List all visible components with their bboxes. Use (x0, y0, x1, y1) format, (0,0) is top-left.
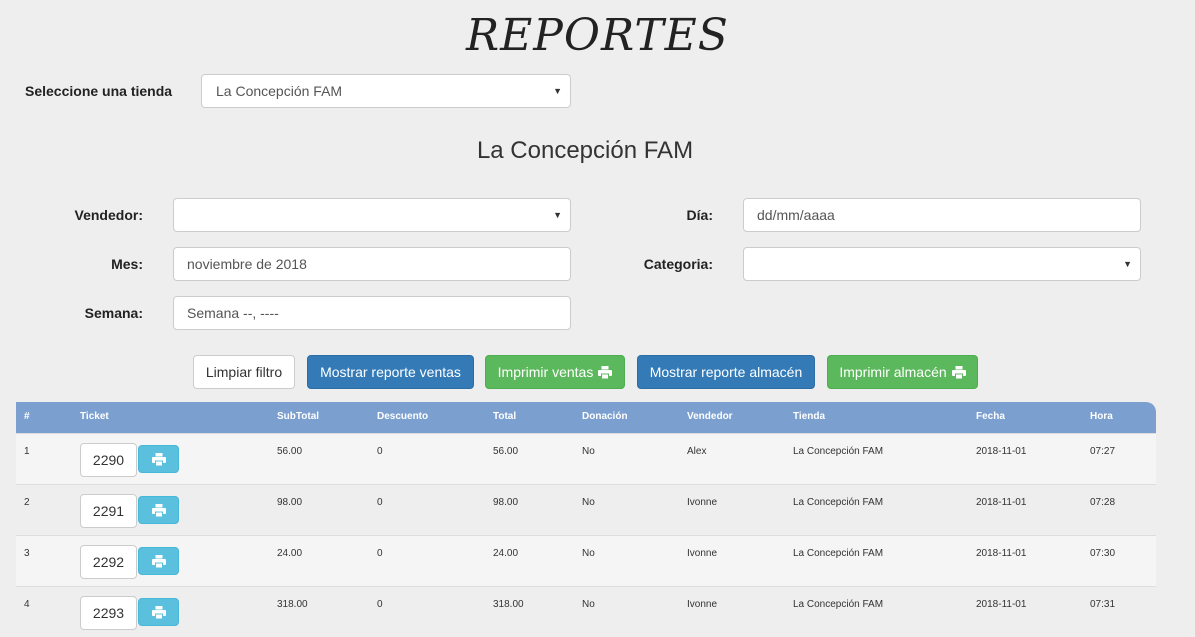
table-body: 1 56.00 0 56.00 No Alex La Concepción FAM 2018-… (16, 433, 1156, 637)
clear-filter-label: Limpiar filtro (205, 364, 283, 380)
print-warehouse-label: Imprimir almacén (839, 364, 947, 380)
page-title: REPORTES (466, 10, 729, 61)
print-ticket-button[interactable] (138, 445, 179, 473)
cell-tienda: La Concepción FAM (793, 548, 884, 559)
cell-descuento: 0 (377, 446, 383, 457)
cell-num: 4 (24, 599, 30, 610)
ticket-number-field[interactable]: 2293 (80, 596, 137, 630)
table-row: 3 24.00 0 24.00 No Ivonne La Concepción FAM 201… (16, 535, 1156, 586)
ticket-number-field[interactable]: 2292 (80, 545, 137, 579)
cell-fecha: 2018-11-01 (976, 497, 1027, 508)
cell-subtotal: 318.00 (277, 599, 308, 610)
cell-num: 3 (24, 548, 30, 559)
cell-fecha: 2018-11-01 (976, 446, 1027, 457)
vendedor-label: Vendedor: (74, 207, 143, 223)
print-icon (151, 452, 166, 466)
print-icon (598, 365, 613, 379)
caret-down-icon: ▼ (553, 86, 562, 96)
header-subtotal: SubTotal (277, 411, 320, 422)
cell-subtotal: 56.00 (277, 446, 303, 457)
print-ticket-button[interactable] (138, 496, 179, 524)
print-ticket-button[interactable] (138, 547, 179, 575)
show-warehouse-report-button[interactable]: Mostrar reporte almacén (637, 355, 815, 389)
cell-total: 318.00 (493, 599, 524, 610)
store-select-label: Seleccione una tienda (25, 83, 173, 99)
print-icon (951, 365, 966, 379)
table-header: # Ticket SubTotal Descuento Total Donaci… (16, 402, 1156, 433)
cell-descuento: 0 (377, 497, 383, 508)
cell-tienda: La Concepción FAM (793, 599, 884, 610)
show-sales-report-button[interactable]: Mostrar reporte ventas (307, 355, 474, 389)
cell-subtotal: 98.00 (277, 497, 303, 508)
header-hora: Hora (1090, 411, 1113, 422)
store-select-value: La Concepción FAM (216, 83, 343, 99)
cell-num: 1 (24, 446, 30, 457)
cell-fecha: 2018-11-01 (976, 599, 1027, 610)
mes-label: Mes: (111, 256, 143, 272)
table-row: 2 98.00 0 98.00 No Ivonne La Concepción FAM 201… (16, 484, 1156, 535)
header-tienda: Tienda (793, 411, 826, 422)
cell-total: 56.00 (493, 446, 519, 457)
print-sales-button[interactable]: Imprimir ventas (485, 355, 625, 389)
cell-descuento: 0 (377, 599, 383, 610)
mes-input[interactable]: noviembre de 2018 (173, 247, 571, 281)
cell-hora: 07:27 (1090, 446, 1116, 457)
cell-total: 24.00 (493, 548, 519, 559)
cell-vendedor: Ivonne (687, 599, 718, 610)
clear-filter-button[interactable]: Limpiar filtro (193, 355, 295, 389)
ticket-number-field[interactable]: 2291 (80, 494, 137, 528)
cell-vendedor: Ivonne (687, 497, 718, 508)
table-row: 1 56.00 0 56.00 No Alex La Concepción FAM 2018-… (16, 433, 1156, 484)
ticket-number-field[interactable]: 2290 (80, 443, 137, 477)
cell-donacion: No (582, 497, 595, 508)
print-icon (151, 605, 166, 619)
dia-input-placeholder: dd/mm/aaaa (757, 207, 835, 223)
header-descuento: Descuento (377, 411, 429, 422)
header-num: # (24, 411, 30, 422)
header-total: Total (493, 411, 517, 422)
cell-descuento: 0 (377, 548, 383, 559)
semana-input-value: Semana --, ---- (187, 305, 279, 321)
cell-hora: 07:30 (1090, 548, 1116, 559)
cell-subtotal: 24.00 (277, 548, 303, 559)
cell-fecha: 2018-11-01 (976, 548, 1027, 559)
dia-label: Día: (686, 207, 713, 223)
header-vendedor: Vendedor (687, 411, 733, 422)
table-row: 4 318.00 0 318.00 No Ivonne La Concepción FAM 2… (16, 586, 1156, 637)
cell-num: 2 (24, 497, 30, 508)
header-ticket: Ticket (80, 411, 109, 422)
dia-input[interactable]: dd/mm/aaaa (743, 198, 1141, 232)
cell-tienda: La Concepción FAM (793, 446, 884, 457)
categoria-label: Categoria: (643, 256, 713, 272)
mes-input-value: noviembre de 2018 (187, 256, 307, 272)
categoria-select[interactable]: ▼ (743, 247, 1141, 281)
header-donacion: Donación (582, 411, 628, 422)
print-icon (151, 503, 166, 517)
vendedor-select[interactable]: ▼ (173, 198, 571, 232)
caret-down-icon: ▼ (1123, 259, 1132, 269)
cell-vendedor: Alex (687, 446, 707, 457)
cell-total: 98.00 (493, 497, 519, 508)
print-ticket-button[interactable] (138, 598, 179, 626)
print-icon (151, 554, 166, 568)
cell-vendedor: Ivonne (687, 548, 718, 559)
show-sales-report-label: Mostrar reporte ventas (320, 364, 461, 380)
sales-table: # Ticket SubTotal Descuento Total Donaci… (16, 402, 1156, 637)
show-warehouse-report-label: Mostrar reporte almacén (649, 364, 803, 380)
cell-donacion: No (582, 446, 595, 457)
store-heading: La Concepción FAM (476, 137, 694, 164)
cell-donacion: No (582, 599, 595, 610)
print-sales-label: Imprimir ventas (497, 364, 594, 380)
caret-down-icon: ▼ (553, 210, 562, 220)
semana-input[interactable]: Semana --, ---- (173, 296, 571, 330)
store-select[interactable]: La Concepción FAM ▼ (201, 74, 571, 108)
cell-hora: 07:31 (1090, 599, 1116, 610)
cell-donacion: No (582, 548, 595, 559)
header-fecha: Fecha (976, 411, 1005, 422)
cell-tienda: La Concepción FAM (793, 497, 884, 508)
print-warehouse-button[interactable]: Imprimir almacén (827, 355, 978, 389)
cell-hora: 07:28 (1090, 497, 1116, 508)
semana-label: Semana: (84, 305, 143, 321)
